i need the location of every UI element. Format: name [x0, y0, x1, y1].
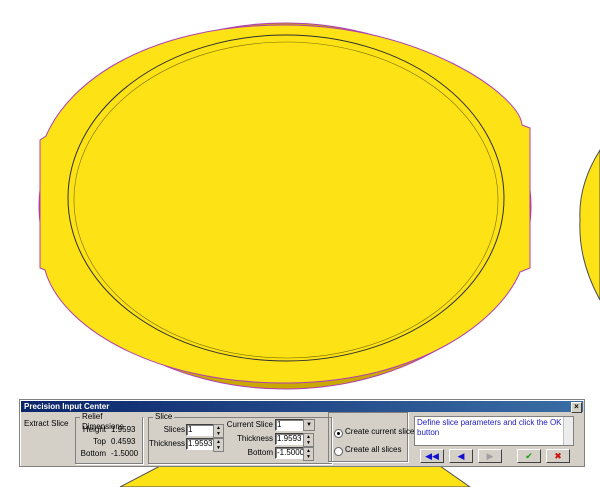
message-scrollbar[interactable]: [563, 417, 573, 445]
slices-label: Slices: [163, 425, 185, 434]
thickness-spinner[interactable]: ▲ ▼: [213, 438, 224, 452]
lower-model: [119, 465, 471, 487]
ok-button[interactable]: ✔: [517, 449, 541, 463]
precision-input-center-panel: Precision Input Center × Extract Slice R…: [19, 399, 585, 467]
current-bottom-spinner[interactable]: ▲ ▼: [303, 447, 314, 461]
thickness-label: Thickness: [148, 439, 185, 448]
relief-height-value: 1.9593: [111, 425, 136, 434]
current-slice-select[interactable]: 1: [275, 419, 304, 431]
slice-group-title: Slice: [153, 412, 175, 422]
current-bottom-input[interactable]: -1.5000: [275, 447, 304, 459]
prev-slice-button[interactable]: ◀: [449, 449, 473, 463]
next-slice-button[interactable]: ▶: [478, 449, 502, 463]
message-box: Define slice parameters and click the OK…: [414, 416, 574, 446]
create-all-label: Create all slices: [345, 445, 402, 454]
close-icon[interactable]: ×: [571, 402, 582, 413]
panel-titlebar: Precision Input Center ×: [21, 401, 583, 413]
relief-bottom-value: -1.5000: [111, 449, 139, 458]
adjacent-model-edge: [579, 149, 600, 301]
create-current-radio[interactable]: [334, 429, 343, 438]
panel-title: Precision Input Center: [24, 402, 110, 411]
relief-top-label: Top: [93, 437, 106, 446]
create-all-radio[interactable]: [334, 447, 343, 456]
relief-top-value: 0.4593: [111, 437, 136, 446]
current-thickness-spinner[interactable]: ▲ ▼: [303, 433, 314, 447]
slices-spinner[interactable]: ▲ ▼: [213, 424, 224, 438]
thickness-input[interactable]: 1.9593: [186, 438, 214, 450]
relief-bottom-label: Bottom: [80, 449, 106, 458]
chevron-down-icon[interactable]: ▼: [303, 419, 315, 431]
message-text: Define slice parameters and click the OK…: [417, 418, 562, 437]
current-bottom-label: Bottom: [247, 448, 273, 457]
relief-height-label: Height: [82, 425, 106, 434]
first-slice-button[interactable]: ◀◀: [420, 449, 444, 463]
cancel-button[interactable]: ✖: [546, 449, 570, 463]
slices-input[interactable]: 1: [186, 424, 214, 436]
current-thickness-label: Thickness: [236, 434, 273, 443]
current-thickness-input[interactable]: 1.9593: [275, 433, 304, 445]
extract-slice-label: Extract Slice: [24, 419, 69, 428]
inner-relief-ellipse: [67, 34, 505, 362]
current-slice-label: Current Slice: [226, 420, 273, 429]
create-current-label: Create current slice: [345, 427, 415, 436]
